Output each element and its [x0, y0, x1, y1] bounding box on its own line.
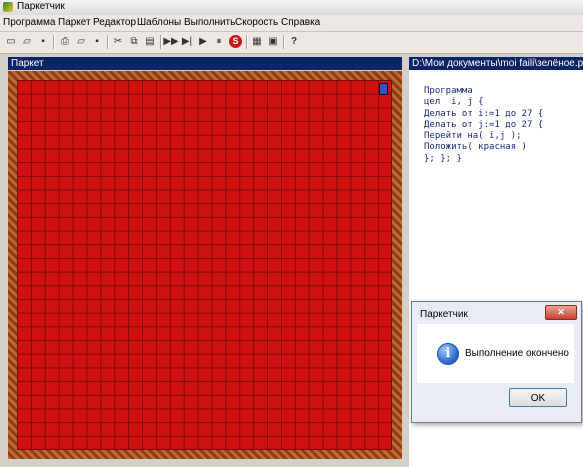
code-line: Программа: [424, 86, 473, 96]
toolbar-separator: [160, 35, 162, 49]
dialog-message: Выполнение окончено: [465, 348, 569, 359]
cut-icon[interactable]: ✂: [111, 34, 125, 49]
run-icon[interactable]: ▶▶: [163, 34, 178, 49]
info-icon: i: [437, 343, 459, 365]
parquet-panel-title: Паркет: [8, 57, 402, 70]
new-file-icon[interactable]: ▭: [4, 34, 18, 49]
print-icon[interactable]: ⎙: [58, 34, 72, 49]
parquet-grid[interactable]: [17, 80, 392, 450]
code-line: Делать от j:=1 до 27 {: [424, 119, 544, 130]
code-line: }; }; }: [424, 153, 462, 164]
save-file-icon[interactable]: ▪: [36, 34, 50, 49]
robot-icon: [379, 83, 388, 95]
open-parquet-icon[interactable]: ▱: [74, 34, 88, 49]
copy-icon[interactable]: ⧉: [127, 34, 141, 49]
editor-file-path: D:\Мои документы\moi faili\зелёное.р: [409, 57, 583, 70]
menu-speed[interactable]: Скорость: [235, 17, 278, 28]
menu-editor[interactable]: Редактор: [93, 17, 136, 28]
menu-parquet[interactable]: Паркет: [58, 17, 91, 28]
menu-program[interactable]: Программа: [3, 17, 55, 28]
dialog-body: i Выполнение окончено: [417, 324, 574, 383]
ok-button[interactable]: OK: [509, 388, 567, 407]
title-bar: Паркетчик: [0, 0, 583, 16]
code-line: Положить( красная ): [424, 142, 527, 153]
help-icon[interactable]: ?: [287, 34, 301, 49]
toolbar-separator: [53, 35, 55, 49]
dialog-title: Паркетчик: [420, 309, 468, 320]
toolbar-separator: [283, 35, 285, 49]
toolbar: ▭ ▱ ▪ ⎙ ▱ ▪ ✂ ⧉ ▤ ▶▶ ▶| ▶ ⏸ S ▦ ▣ ?: [0, 32, 583, 54]
menu-templates[interactable]: Шаблоны: [137, 17, 181, 28]
menu-bar: Программа Паркет Редактор Шаблоны Выполн…: [0, 15, 583, 32]
settings-icon[interactable]: ▣: [266, 34, 280, 49]
open-file-icon[interactable]: ▱: [20, 34, 34, 49]
step-over-icon[interactable]: ▶: [196, 34, 210, 49]
stop-icon[interactable]: S: [229, 35, 242, 48]
code-line: Перейти на( i,j );: [424, 131, 522, 142]
app-icon: [3, 2, 13, 12]
toolbar-separator: [246, 35, 248, 49]
pause-icon[interactable]: ⏸: [212, 34, 226, 49]
close-icon[interactable]: ✕: [545, 305, 577, 320]
toolbar-separator: [107, 35, 109, 49]
menu-help[interactable]: Справка: [281, 17, 320, 28]
message-dialog: Паркетчик ✕ i Выполнение окончено OK: [411, 301, 582, 423]
paste-icon[interactable]: ▤: [143, 34, 157, 49]
parquet-panel: Паркет: [8, 57, 402, 459]
window-title: Паркетчик: [17, 1, 65, 12]
parquet-board: [8, 71, 402, 459]
templates-icon[interactable]: ▦: [250, 34, 264, 49]
menu-run[interactable]: Выполнить: [184, 17, 235, 28]
code-editor[interactable]: Программа цел i, j { Делать от i:=1 до 2…: [424, 86, 543, 165]
save-parquet-icon[interactable]: ▪: [90, 34, 104, 49]
code-line: цел i, j {: [424, 97, 484, 108]
code-line: Делать от i:=1 до 27 {: [424, 108, 544, 119]
step-icon[interactable]: ▶|: [180, 34, 194, 49]
